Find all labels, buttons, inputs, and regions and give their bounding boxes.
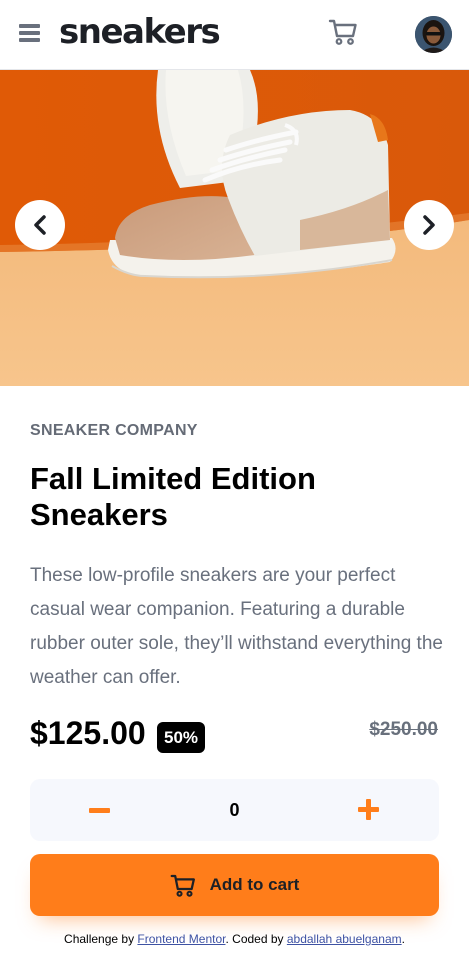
chevron-right-icon — [423, 215, 435, 235]
attribution-suffix: . — [401, 932, 405, 946]
cart-icon — [170, 874, 195, 897]
plus-icon[interactable] — [358, 799, 379, 820]
user-avatar[interactable] — [415, 16, 452, 53]
attribution: Challenge by Frontend Mentor. Coded by a… — [0, 930, 469, 948]
product-title: Fall Limited Edition Sneakers — [30, 461, 316, 532]
product-description: These low-profile sneakers are your perf… — [30, 565, 443, 688]
chevron-left-icon — [34, 215, 46, 235]
quantity-stepper: 0 — [30, 779, 439, 841]
site-header: sneakers — [0, 0, 469, 70]
menu-bar — [19, 31, 40, 35]
menu-bar — [19, 38, 40, 42]
discount-badge: 50% — [157, 722, 206, 753]
product-gallery — [0, 70, 469, 386]
hamburger-menu-icon[interactable] — [19, 24, 40, 43]
author-link[interactable]: abdallah abuelganam — [287, 932, 402, 946]
cart-icon[interactable] — [328, 18, 358, 46]
product-image — [0, 70, 469, 386]
current-price: $125.00 — [30, 715, 146, 751]
attribution-prefix: Challenge by — [64, 932, 138, 946]
company-name: Sneaker Company — [30, 422, 198, 439]
gallery-next-button[interactable] — [404, 200, 454, 250]
attribution-middle: . Coded by — [225, 932, 287, 946]
frontend-mentor-link[interactable]: Frontend Mentor — [137, 932, 225, 946]
logo[interactable]: sneakers — [59, 12, 221, 52]
gallery-prev-button[interactable] — [15, 200, 65, 250]
original-price: $250.00 — [369, 719, 438, 740]
menu-bar — [19, 24, 40, 28]
add-to-cart-label: Add to cart — [209, 875, 300, 894]
add-to-cart-button[interactable]: Add to cart — [30, 854, 439, 916]
